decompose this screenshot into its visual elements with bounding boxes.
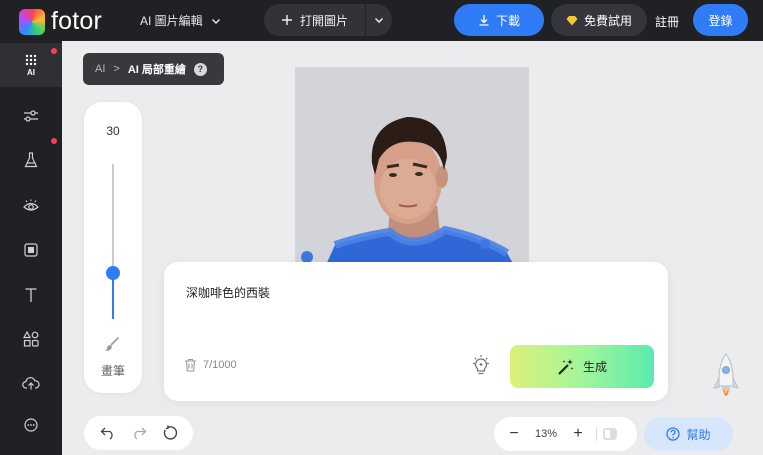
- character-count: 7/1000: [203, 359, 237, 371]
- breadcrumb-root[interactable]: AI: [95, 63, 105, 75]
- sidebar-item-label: AI: [27, 67, 35, 77]
- open-image-button[interactable]: 打開圖片: [264, 4, 365, 36]
- generate-label: 生成: [582, 360, 607, 374]
- zoom-divider: [596, 427, 597, 441]
- register-link[interactable]: 註冊: [655, 13, 679, 30]
- download-label: 下載: [495, 13, 520, 28]
- notification-dot: [51, 48, 57, 54]
- ai-image-edit-label: AI 圖片編輯: [140, 14, 203, 28]
- sidebar-item-uploads[interactable]: [0, 361, 62, 405]
- free-trial-label: 免費試用: [583, 13, 632, 28]
- generate-button[interactable]: 生成: [510, 345, 654, 388]
- sidebar-item-adjust[interactable]: [0, 94, 62, 138]
- breadcrumb-separator: >: [113, 63, 120, 75]
- sliders-icon: [24, 110, 38, 122]
- chevron-down-icon: [211, 18, 220, 24]
- rocket-icon[interactable]: [712, 352, 740, 408]
- sidebar-item-effects[interactable]: [0, 138, 62, 182]
- brush-icon: [105, 336, 120, 351]
- zoom-in-button[interactable]: +: [566, 425, 590, 443]
- ai-image-edit-menu[interactable]: AI 圖片編輯: [140, 12, 221, 29]
- zoom-out-button[interactable]: −: [502, 425, 526, 443]
- open-image-dropdown[interactable]: [366, 4, 392, 36]
- question-circle-icon: [666, 427, 681, 441]
- brush-size-panel: 30 畫筆: [84, 102, 142, 393]
- help-button[interactable]: 幫助: [644, 417, 733, 451]
- download-button[interactable]: 下載: [454, 4, 544, 36]
- trash-icon[interactable]: [184, 358, 197, 372]
- reset-icon[interactable]: [162, 425, 178, 441]
- sidebar-item-elements[interactable]: [0, 317, 62, 361]
- sidebar-item-frames[interactable]: [0, 228, 62, 272]
- brush-label: 畫筆: [100, 364, 125, 378]
- cloud-upload-icon: [22, 376, 40, 390]
- login-button[interactable]: 登錄: [693, 4, 748, 36]
- zoom-controls: − 13% +: [494, 417, 637, 451]
- download-icon: [479, 15, 489, 26]
- left-sidebar: AI: [0, 41, 62, 455]
- open-image-label: 打開圖片: [299, 13, 348, 28]
- compare-icon[interactable]: [603, 428, 617, 440]
- fotor-logo[interactable]: fotor: [19, 7, 102, 36]
- apps-grid-icon: [25, 54, 37, 65]
- lightbulb-icon[interactable]: [470, 354, 492, 376]
- flask-icon: [24, 152, 38, 168]
- magic-wand-icon: [558, 358, 574, 375]
- sidebar-item-text[interactable]: [0, 273, 62, 317]
- more-icon: [24, 418, 38, 432]
- help-icon[interactable]: ?: [193, 62, 207, 76]
- logo-text: fotor: [51, 7, 103, 35]
- chevron-down-icon: [375, 18, 383, 23]
- breadcrumb-current: AI 局部重繪: [127, 64, 186, 76]
- canvas-photo[interactable]: [295, 67, 529, 267]
- logo-icon: [19, 8, 45, 35]
- top-bar: fotor AI 圖片編輯 打開圖片 下載 免費試用 註冊 登錄: [0, 0, 763, 41]
- breadcrumb: AI > AI 局部重繪 ?: [83, 53, 224, 85]
- sidebar-item-more[interactable]: [0, 403, 62, 447]
- frame-icon: [24, 243, 38, 257]
- open-image-control: 打開圖片: [264, 4, 392, 36]
- prompt-input[interactable]: 深咖啡色的西裝: [186, 284, 270, 301]
- sidebar-item-beauty[interactable]: [0, 184, 62, 228]
- diamond-icon: [566, 15, 578, 25]
- portrait-image: [295, 67, 529, 267]
- help-label: 幫助: [686, 427, 711, 442]
- undo-icon[interactable]: [100, 426, 116, 440]
- zoom-level[interactable]: 13%: [526, 428, 566, 440]
- free-trial-button[interactable]: 免費試用: [551, 4, 647, 36]
- notification-dot: [51, 138, 57, 144]
- brush-size-handle[interactable]: [106, 265, 120, 280]
- eye-icon: [23, 199, 39, 211]
- history-controls: [84, 416, 193, 450]
- text-icon: [25, 288, 37, 302]
- prompt-panel: 深咖啡色的西裝 7/1000 生成: [164, 262, 668, 401]
- shapes-icon: [23, 331, 39, 347]
- brush-size-value: 30: [106, 124, 120, 138]
- prompt-counter: 7/1000: [184, 358, 237, 372]
- redo-icon[interactable]: [131, 426, 147, 440]
- plus-icon: [281, 15, 292, 25]
